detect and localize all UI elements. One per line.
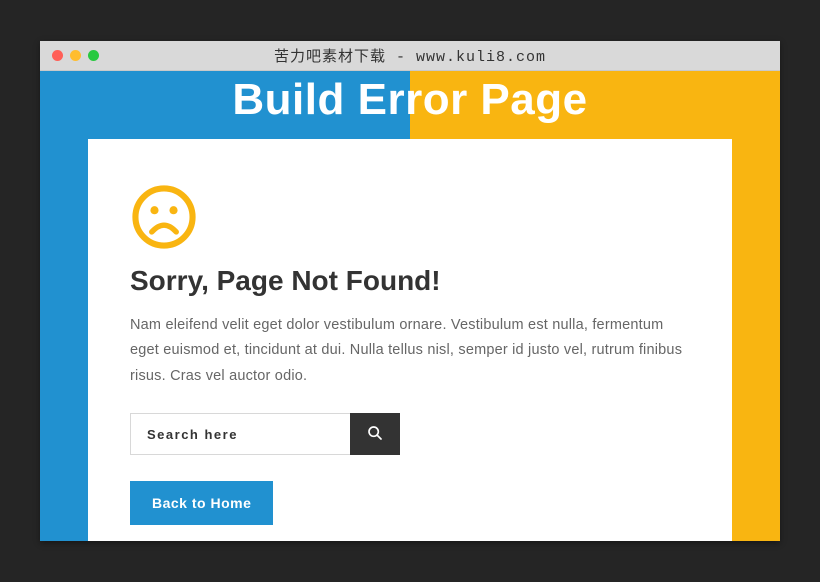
window-controls	[40, 50, 99, 61]
minimize-icon[interactable]	[70, 50, 81, 61]
error-description: Nam eleifend velit eget dolor vestibulum…	[130, 313, 690, 389]
search-button[interactable]	[350, 413, 400, 455]
error-card: Sorry, Page Not Found! Nam eleifend veli…	[88, 139, 732, 541]
search-input[interactable]	[130, 413, 350, 455]
back-to-home-button[interactable]: Back to Home	[130, 481, 273, 525]
search-icon	[367, 425, 383, 444]
sad-face-icon	[130, 183, 690, 251]
browser-window: 苦力吧素材下载 - www.kuli8.com Build Error Page…	[40, 41, 780, 541]
viewport: Build Error Page Sorry, Page Not Found! …	[40, 71, 780, 541]
window-title: 苦力吧素材下载 - www.kuli8.com	[40, 45, 780, 66]
titlebar: 苦力吧素材下载 - www.kuli8.com	[40, 41, 780, 71]
page-title: Build Error Page	[40, 71, 780, 139]
close-icon[interactable]	[52, 50, 63, 61]
maximize-icon[interactable]	[88, 50, 99, 61]
search-form	[130, 413, 690, 455]
error-heading: Sorry, Page Not Found!	[130, 265, 690, 297]
